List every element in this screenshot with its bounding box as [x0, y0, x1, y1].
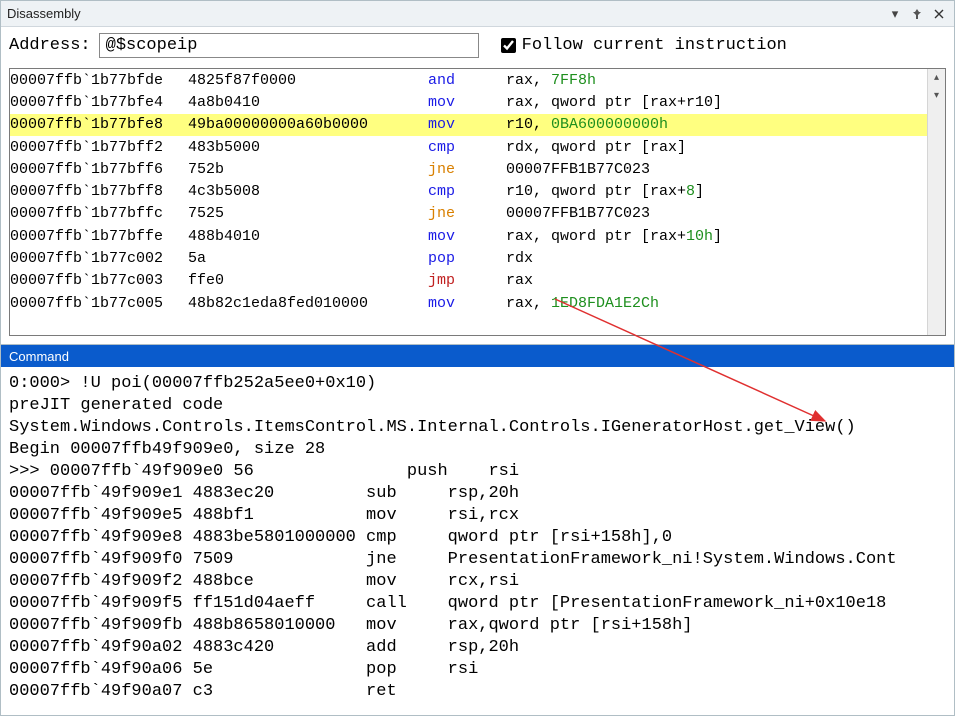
- bytes: 49ba00000000a60b0000: [188, 116, 428, 133]
- close-icon[interactable]: [930, 5, 948, 23]
- mnemonic: jmp: [428, 272, 506, 289]
- mnemonic: jne: [428, 161, 506, 178]
- operands: rax, 7FF8h: [506, 72, 596, 89]
- mnemonic: mov: [428, 228, 506, 245]
- follow-current-instruction[interactable]: Follow current instruction: [501, 36, 787, 55]
- addr: 00007ffb`1b77bff2: [10, 139, 188, 156]
- disasm-row[interactable]: 00007ffb`1b77bfe8 49ba00000000a60b0000 m…: [10, 114, 945, 136]
- disasm-row[interactable]: 00007ffb`1b77c003 ffe0 jmprax: [10, 270, 945, 292]
- disasm-row[interactable]: 00007ffb`1b77bff6 752b jne00007FFB1B77C0…: [10, 158, 945, 180]
- bytes: ffe0: [188, 272, 428, 289]
- addr: 00007ffb`1b77c002: [10, 250, 188, 267]
- addr: 00007ffb`1b77bfe4: [10, 94, 188, 111]
- dropdown-icon[interactable]: ▾: [886, 5, 904, 23]
- mnemonic: mov: [428, 94, 506, 111]
- operands: rdx, qword ptr [rax]: [506, 139, 686, 156]
- disasm-row[interactable]: 00007ffb`1b77bffe 488b4010 movrax, qword…: [10, 225, 945, 247]
- disasm-row[interactable]: 00007ffb`1b77c005 48b82c1eda8fed010000 m…: [10, 292, 945, 314]
- disasm-row[interactable]: 00007ffb`1b77bff8 4c3b5008 cmpr10, qword…: [10, 180, 945, 202]
- bytes: 7525: [188, 205, 428, 222]
- disasm-row[interactable]: 00007ffb`1b77bff2 483b5000 cmprdx, qword…: [10, 136, 945, 158]
- disasm-row[interactable]: 00007ffb`1b77c002 5a poprdx: [10, 247, 945, 269]
- mnemonic: pop: [428, 250, 506, 267]
- disasm-row[interactable]: 00007ffb`1b77bfe4 4a8b0410 movrax, qword…: [10, 91, 945, 113]
- command-titlebar: Command: [1, 345, 954, 367]
- operands: rdx: [506, 250, 533, 267]
- command-title: Command: [9, 349, 69, 364]
- follow-label: Follow current instruction: [522, 36, 787, 55]
- operands: 00007FFB1B77C023: [506, 205, 650, 222]
- bytes: 5a: [188, 250, 428, 267]
- addr: 00007ffb`1b77bff8: [10, 183, 188, 200]
- mnemonic: cmp: [428, 183, 506, 200]
- address-label: Address:: [9, 36, 91, 55]
- scrollbar[interactable]: ▴ ▾: [927, 69, 945, 335]
- operands: r10, qword ptr [rax+8]: [506, 183, 704, 200]
- addr: 00007ffb`1b77bfe8: [10, 116, 188, 133]
- follow-checkbox[interactable]: [501, 38, 516, 53]
- mnemonic: mov: [428, 295, 506, 312]
- bytes: 4c3b5008: [188, 183, 428, 200]
- disassembly-titlebar: Disassembly ▾: [1, 1, 954, 27]
- mnemonic: and: [428, 72, 506, 89]
- address-bar: Address: Follow current instruction: [1, 27, 954, 64]
- operands: rax, qword ptr [rax+10h]: [506, 228, 722, 245]
- scroll-up-icon[interactable]: ▴: [928, 69, 945, 87]
- disassembly-panel: Disassembly ▾ Address: Follow current in…: [1, 1, 954, 345]
- operands: rax, 1ED8FDA1E2Ch: [506, 295, 659, 312]
- addr: 00007ffb`1b77c003: [10, 272, 188, 289]
- address-input[interactable]: [99, 33, 479, 58]
- operands: r10, 0BA600000000h: [506, 116, 668, 133]
- addr: 00007ffb`1b77bff6: [10, 161, 188, 178]
- command-output[interactable]: 0:000> !U poi(00007ffb252a5ee0+0x10) pre…: [1, 367, 954, 709]
- disassembly-title: Disassembly: [7, 6, 882, 21]
- disasm-row[interactable]: 00007ffb`1b77bfde 4825f87f0000 andrax, 7…: [10, 69, 945, 91]
- mnemonic: mov: [428, 116, 506, 133]
- disasm-row[interactable]: 00007ffb`1b77bffc 7525 jne00007FFB1B77C0…: [10, 203, 945, 225]
- pin-icon[interactable]: [908, 5, 926, 23]
- scroll-down-icon[interactable]: ▾: [928, 87, 945, 105]
- operands: rax: [506, 272, 533, 289]
- bytes: 488b4010: [188, 228, 428, 245]
- bytes: 48b82c1eda8fed010000: [188, 295, 428, 312]
- addr: 00007ffb`1b77c005: [10, 295, 188, 312]
- bytes: 4825f87f0000: [188, 72, 428, 89]
- addr: 00007ffb`1b77bffc: [10, 205, 188, 222]
- bytes: 4a8b0410: [188, 94, 428, 111]
- bytes: 752b: [188, 161, 428, 178]
- addr: 00007ffb`1b77bffe: [10, 228, 188, 245]
- disassembly-listing: 00007ffb`1b77bfde 4825f87f0000 andrax, 7…: [9, 68, 946, 336]
- mnemonic: cmp: [428, 139, 506, 156]
- addr: 00007ffb`1b77bfde: [10, 72, 188, 89]
- mnemonic: jne: [428, 205, 506, 222]
- bytes: 483b5000: [188, 139, 428, 156]
- operands: 00007FFB1B77C023: [506, 161, 650, 178]
- operands: rax, qword ptr [rax+r10]: [506, 94, 722, 111]
